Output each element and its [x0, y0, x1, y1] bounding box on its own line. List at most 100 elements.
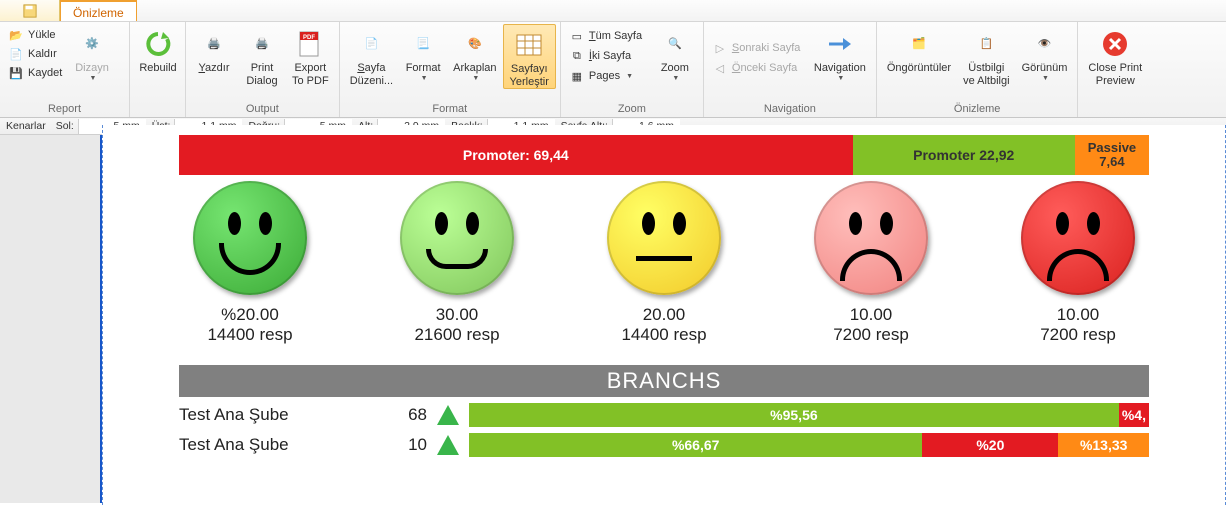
- title-bar: Önizleme: [0, 0, 1226, 22]
- gorunum-button[interactable]: 👁️Görünüm▼: [1016, 24, 1074, 83]
- twopage-icon: ⧉: [569, 48, 585, 64]
- face-percent: 10.00: [1057, 305, 1100, 325]
- group-zoom: Zoom: [565, 102, 699, 117]
- navigation-button[interactable]: Navigation▼: [808, 24, 872, 83]
- branch-bar-segment: %66,67: [469, 433, 922, 457]
- page-setup-icon: 📄: [355, 28, 387, 60]
- rebuild-button[interactable]: Rebuild: [134, 24, 182, 75]
- left-gutter: [0, 135, 100, 503]
- gear-icon: ⚙️: [76, 28, 108, 60]
- open-icon: 📂: [8, 27, 24, 43]
- pages-icon: ▦: [569, 68, 585, 84]
- branch-bar-segment: %4,: [1119, 403, 1149, 427]
- background-icon: 🎨: [459, 28, 491, 60]
- face-percent: 10.00: [850, 305, 893, 325]
- group-onizleme: Önizleme: [881, 102, 1074, 117]
- face-column: 10.007200 resp: [1021, 181, 1135, 345]
- nav-icon: [824, 28, 856, 60]
- printer-dialog-icon: 🖨️: [246, 28, 278, 60]
- promoter-segment: Promoter: 69,44: [179, 135, 853, 175]
- face-resp: 21600 resp: [414, 325, 499, 345]
- close-icon: [1099, 28, 1131, 60]
- face-sad-icon: [814, 181, 928, 295]
- group-format: Format: [344, 102, 556, 117]
- face-column: 30.0021600 resp: [400, 181, 514, 345]
- face-resp: 14400 resp: [207, 325, 292, 345]
- save-icon: [23, 4, 37, 18]
- pages-button[interactable]: ▦Pages▼: [565, 66, 651, 86]
- face-column: 20.0014400 resp: [607, 181, 721, 345]
- branchs-header: BRANCHS: [179, 365, 1149, 397]
- onceki-sayfa-button: ◁Önceki Sayfa: [708, 58, 808, 78]
- face-very-sad-icon: [1021, 181, 1135, 295]
- pdf-icon: PDF: [294, 28, 326, 60]
- yukle-button[interactable]: 📂Yükle: [6, 26, 66, 44]
- faces-row: %20.0014400 resp30.0021600 resp20.001440…: [193, 181, 1135, 345]
- ongoruntuler-button[interactable]: 🗂️Öngörüntüler: [881, 24, 957, 75]
- grid-icon: [513, 29, 545, 61]
- promoter-segment: Promoter 22,92: [853, 135, 1075, 175]
- face-percent: 20.00: [643, 305, 686, 325]
- branch-bar-segment: %95,56: [469, 403, 1119, 427]
- report-page: Promoter: 69,44Promoter 22,92Passive7,64…: [102, 125, 1226, 505]
- print-dialog-button[interactable]: 🖨️Print Dialog: [238, 24, 286, 87]
- fullpage-icon: ▭: [569, 28, 585, 44]
- up-arrow-icon: [437, 405, 459, 425]
- face-percent: 30.00: [436, 305, 479, 325]
- up-arrow-icon: [437, 435, 459, 455]
- zoom-icon: 🔍: [659, 28, 691, 60]
- yazdir-button[interactable]: 🖨️Yazdır: [190, 24, 238, 75]
- save-icon: 💾: [8, 65, 24, 81]
- workspace: Promoter: 69,44Promoter 22,92Passive7,64…: [0, 135, 1226, 503]
- sayfa-duzeni-button[interactable]: 📄Sayfa Düzeni...: [344, 24, 399, 87]
- face-resp: 14400 resp: [621, 325, 706, 345]
- face-resp: 7200 resp: [1040, 325, 1116, 345]
- kaldir-button[interactable]: 📄Kaldır: [6, 45, 66, 63]
- format-button[interactable]: 📃Format▼: [399, 24, 447, 83]
- tab-onizleme[interactable]: Önizleme: [60, 0, 137, 21]
- quick-access[interactable]: [0, 0, 60, 21]
- branch-score: 68: [385, 405, 427, 425]
- printer-icon: 🖨️: [198, 28, 230, 60]
- face-percent: %20.00: [221, 305, 279, 325]
- tum-sayfa-button[interactable]: ▭Tüm Sayfa: [565, 26, 651, 46]
- next-icon: ▷: [712, 40, 728, 56]
- kenarlar-label: Kenarlar: [0, 120, 50, 132]
- face-column: 10.007200 resp: [814, 181, 928, 345]
- sayfayi-yerlestir-button[interactable]: Sayfayı Yerleştir: [503, 24, 556, 89]
- face-resp: 7200 resp: [833, 325, 909, 345]
- face-column: %20.0014400 resp: [193, 181, 307, 345]
- iki-sayfa-button[interactable]: ⧉İki Sayfa: [565, 46, 651, 66]
- branch-row: Test Ana Şube 10 %66,67%20%13,33: [179, 433, 1149, 457]
- face-very-happy-icon: [193, 181, 307, 295]
- face-happy-icon: [400, 181, 514, 295]
- format-icon: 📃: [407, 28, 439, 60]
- branch-bar-segment: %13,33: [1058, 433, 1149, 457]
- sol-label: Sol:: [50, 120, 78, 132]
- branch-name: Test Ana Şube: [179, 405, 375, 425]
- branch-bar-segment: %20: [922, 433, 1058, 457]
- branch-score: 10: [385, 435, 427, 455]
- export-pdf-button[interactable]: PDFExport To PDF: [286, 24, 335, 87]
- eye-icon: 👁️: [1028, 28, 1060, 60]
- zoom-button[interactable]: 🔍Zoom▼: [651, 24, 699, 83]
- group-output: Output: [190, 102, 335, 117]
- refresh-icon: [142, 28, 174, 60]
- close-preview-button[interactable]: Close Print Preview: [1082, 24, 1148, 87]
- thumbnails-icon: 🗂️: [903, 28, 935, 60]
- remove-icon: 📄: [8, 46, 24, 62]
- ustbilgi-button[interactable]: 📋Üstbilgi ve Altbilgi: [957, 24, 1015, 87]
- group-report: Report: [4, 102, 125, 117]
- face-neutral-icon: [607, 181, 721, 295]
- kaydet-button[interactable]: 💾Kaydet: [6, 64, 66, 82]
- ribbon: 📂Yükle 📄Kaldır 💾Kaydet ⚙️Dizayn▼ Report …: [0, 22, 1226, 118]
- arkaplan-button[interactable]: 🎨Arkaplan▼: [447, 24, 502, 83]
- sonraki-sayfa-button: ▷Sonraki Sayfa: [708, 38, 808, 58]
- branch-bar: %66,67%20%13,33: [469, 433, 1149, 457]
- branch-name: Test Ana Şube: [179, 435, 375, 455]
- prev-icon: ◁: [712, 60, 728, 76]
- branch-row: Test Ana Şube 68 %95,56%4,: [179, 403, 1149, 427]
- header-footer-icon: 📋: [970, 28, 1002, 60]
- svg-text:PDF: PDF: [303, 35, 315, 41]
- group-navigation: Navigation: [708, 102, 872, 117]
